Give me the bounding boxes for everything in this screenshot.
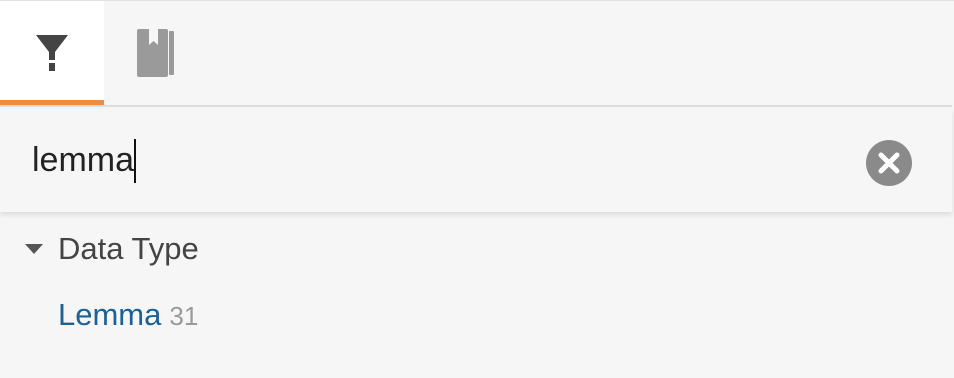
text-caret — [134, 138, 137, 183]
search-input[interactable]: lemma — [32, 131, 137, 191]
facet-item-label[interactable]: Lemma — [58, 297, 161, 333]
clear-search-icon[interactable] — [866, 140, 912, 186]
facet-header-data-type[interactable]: Data Type — [24, 229, 199, 269]
caret-down-icon — [25, 244, 43, 254]
search-input-value: lemma — [32, 141, 135, 179]
facet-title: Data Type — [58, 231, 199, 266]
tab-bar — [0, 1, 952, 107]
filter-panel: lemma Data Type Lemma 31 — [0, 0, 954, 378]
tab-bookmarks[interactable] — [104, 1, 208, 105]
search-bar: lemma — [0, 109, 952, 212]
facet-item-count: 31 — [169, 301, 199, 331]
tab-filter[interactable] — [0, 1, 104, 105]
bookmarks-icon — [137, 29, 174, 77]
filter-icon — [36, 35, 68, 71]
facet-item-lemma[interactable]: Lemma 31 — [58, 297, 198, 333]
